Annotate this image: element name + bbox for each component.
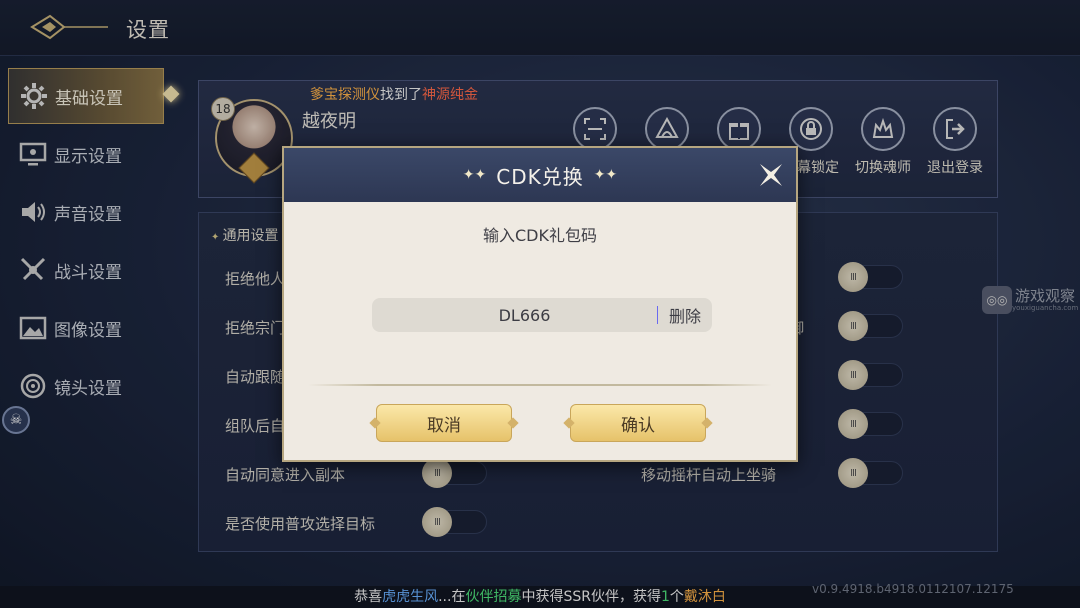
dialog-title: CDK兑换 xyxy=(496,164,584,189)
cdk-input-value: DL666 xyxy=(498,305,551,325)
sparkle-icon: ✦✦ xyxy=(462,167,487,183)
cdk-dialog: ✦✦ CDK兑换 ✦✦ 输入CDK礼包码 DL666 删除 取消 确认 xyxy=(282,146,798,462)
delete-button[interactable]: 删除 xyxy=(658,303,712,327)
divider-line xyxy=(308,384,772,386)
sparkle-icon: ✦✦ xyxy=(593,167,618,183)
close-icon xyxy=(760,164,782,186)
confirm-button[interactable]: 确认 xyxy=(570,404,706,442)
cancel-button[interactable]: 取消 xyxy=(376,404,512,442)
close-button[interactable] xyxy=(756,160,786,190)
dialog-header: ✦✦ CDK兑换 ✦✦ xyxy=(284,148,796,202)
dialog-subtitle: 输入CDK礼包码 xyxy=(483,226,597,245)
cdk-input-field[interactable]: DL666 删除 xyxy=(372,298,712,332)
